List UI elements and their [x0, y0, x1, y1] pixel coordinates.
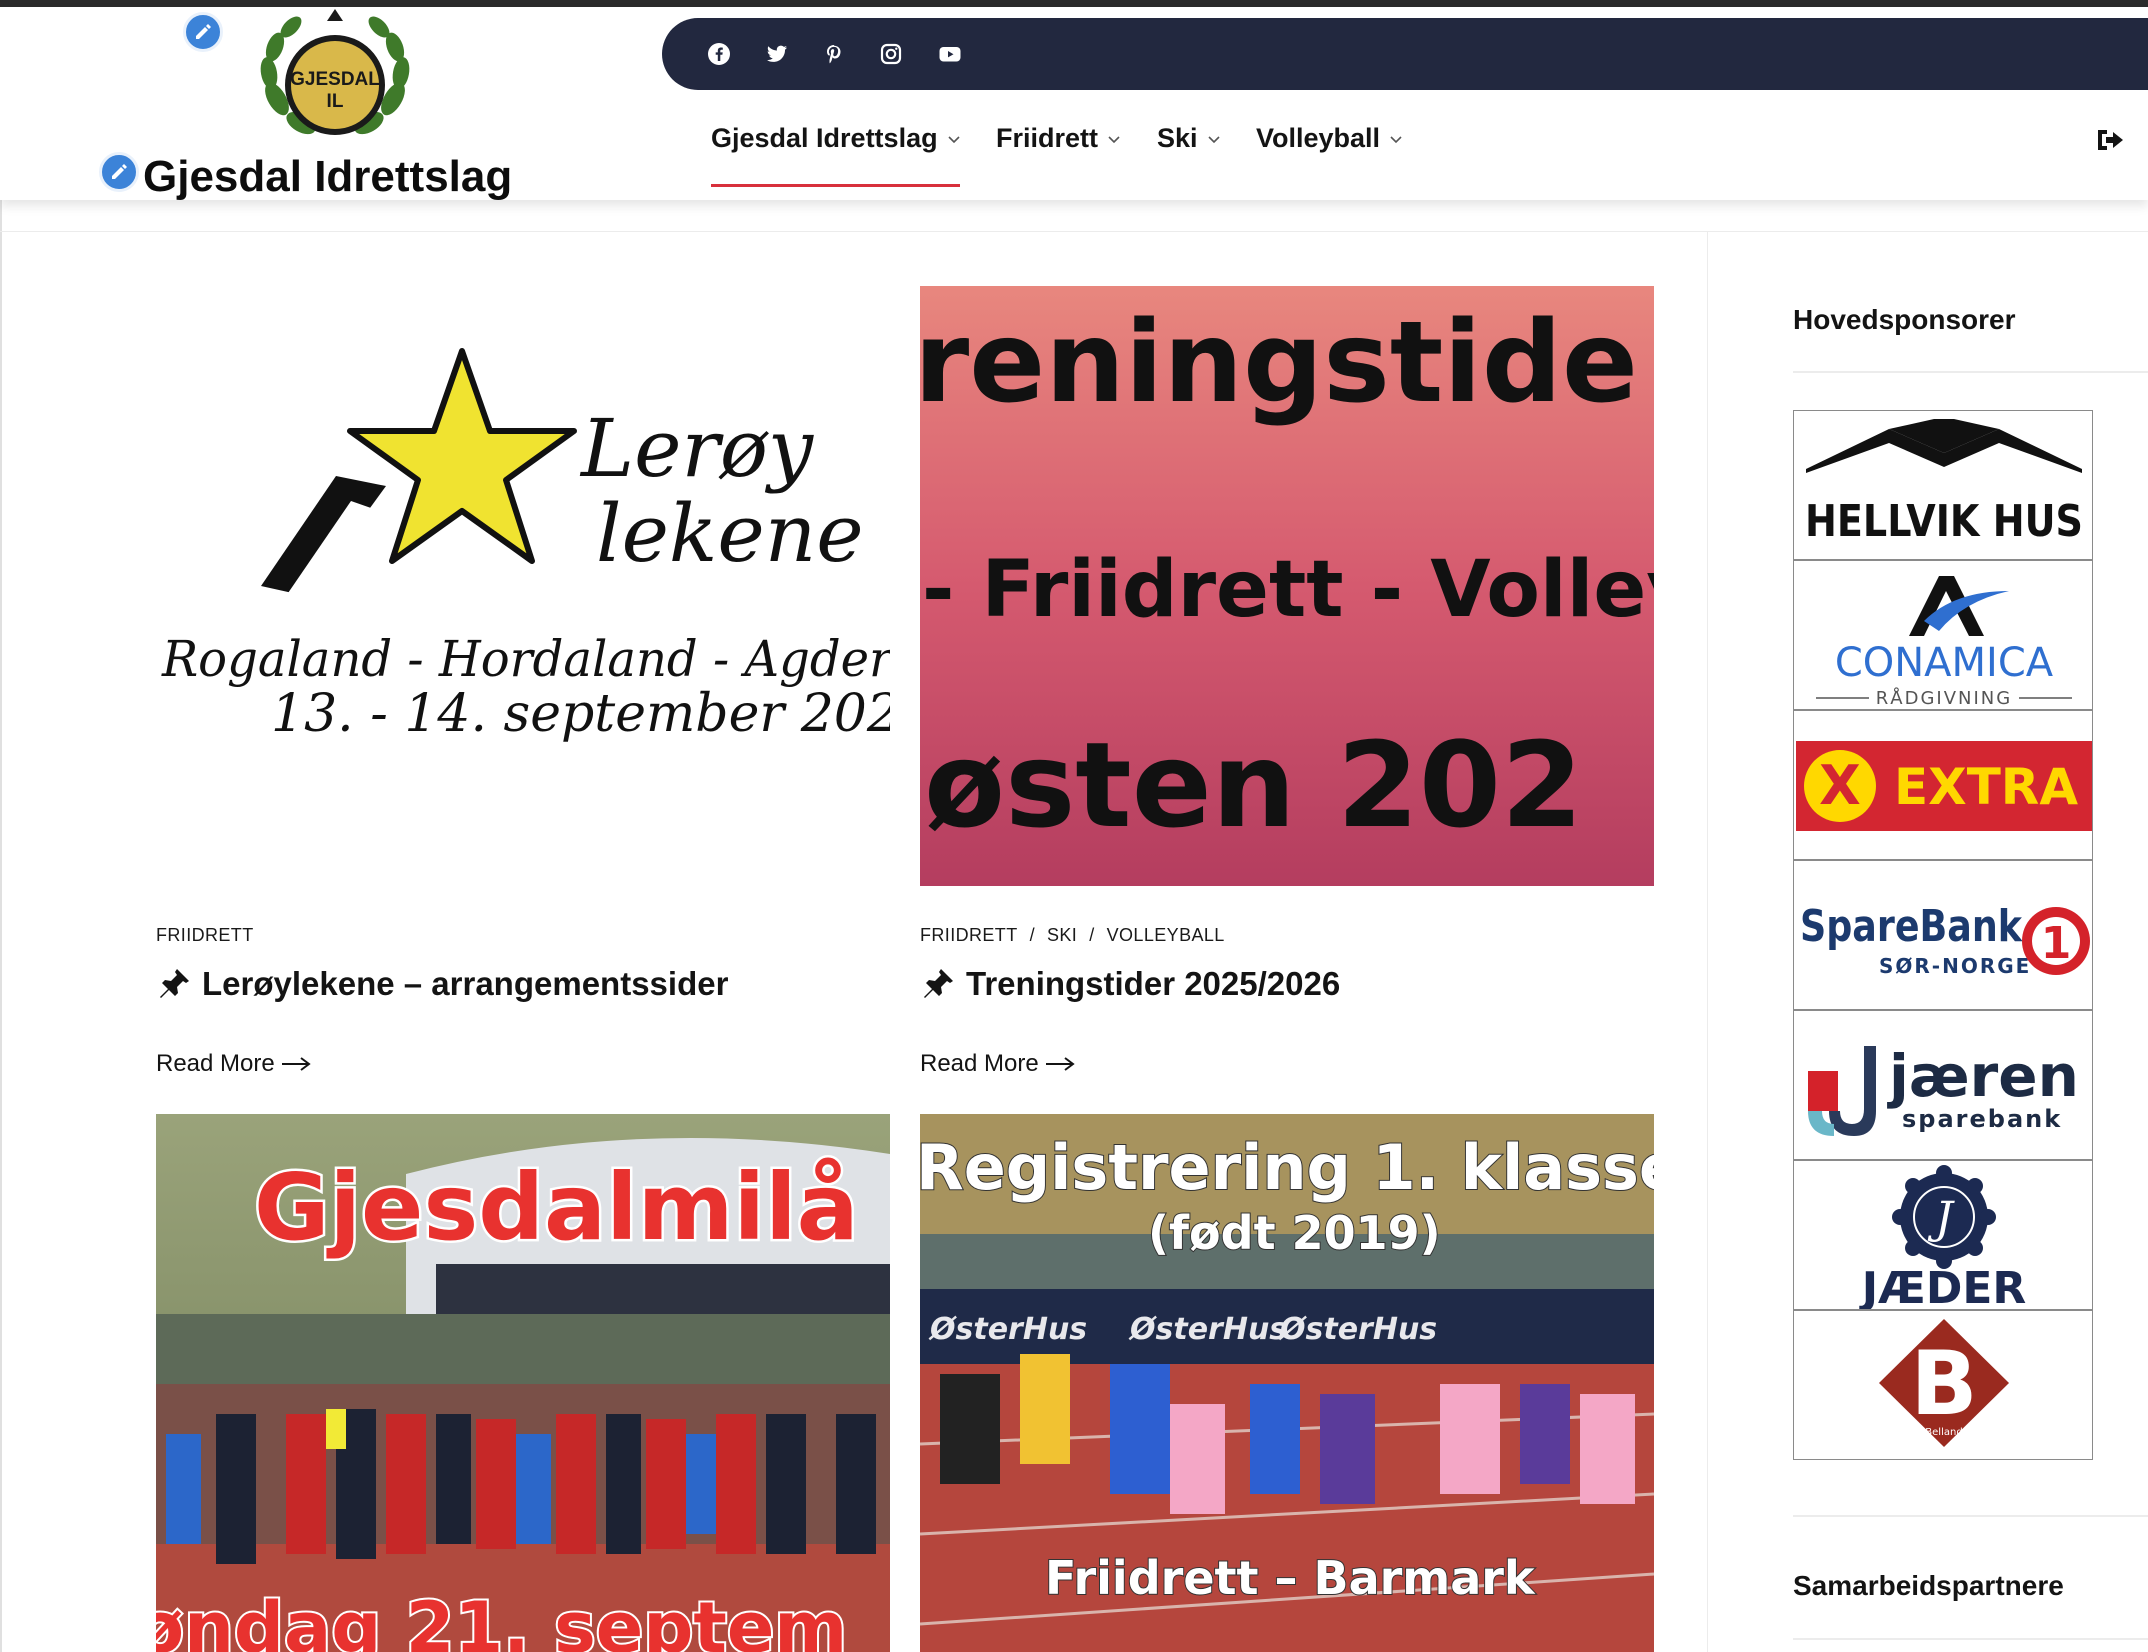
image-caption: Gjesdalmilå — [254, 1154, 859, 1261]
sponsor-name: jæren — [1887, 1042, 2079, 1110]
read-more-label: Read More — [156, 1050, 275, 1077]
page-left-edge — [0, 200, 2, 1652]
image-caption: øndag 21. septem — [156, 1587, 847, 1652]
facebook-icon[interactable] — [705, 40, 733, 68]
image-caption: lekene — [596, 487, 864, 580]
sponsor-mark: B — [1910, 1332, 1977, 1435]
site-logo[interactable]: GJESDAL IL — [255, 7, 415, 149]
image-caption: Lerøy — [579, 402, 815, 495]
sponsor-sparebank1[interactable]: SpareBank SØR-NORGE 1 — [1793, 860, 2093, 1010]
widget-divider — [1793, 371, 2148, 373]
image-caption: (født 2019) — [1148, 1206, 1441, 1260]
sponsor-conamica[interactable]: CONAMICA RÅDGIVNING — [1793, 560, 2093, 710]
site-header: GJESDAL IL Gjesdal Idrettslag Gjesdal Id… — [0, 7, 2148, 202]
read-more-label: Read More — [920, 1050, 1039, 1077]
sponsor-name: SpareBank — [1800, 901, 2023, 952]
sponsor-name: HELLVIK HUS — [1805, 496, 2083, 547]
nav-item-label: Volleyball — [1256, 123, 1381, 153]
image-caption: ØsterHus — [1278, 1312, 1437, 1347]
category-link[interactable]: VOLLEYBALL — [1107, 925, 1225, 945]
logo-text: IL — [327, 91, 344, 112]
sponsor-extra[interactable]: X EXTRA — [1793, 710, 2093, 860]
edit-title-icon[interactable] — [99, 152, 139, 192]
post-categories: FRIIDRETT / SKI / VOLLEYBALL — [920, 925, 1225, 946]
nav-item-ski[interactable]: Ski — [1157, 123, 1221, 154]
image-caption: ØsterHus — [928, 1312, 1087, 1347]
post-title[interactable]: Treningstider 2025/2026 — [920, 965, 1340, 1003]
sponsor-mark: X — [1819, 754, 1861, 817]
sponsor-mark: 1 — [2041, 918, 2072, 969]
sponsor-hellvik-hus[interactable]: HELLVIK HUS — [1793, 410, 2093, 560]
sidebar-divider — [1707, 231, 1708, 1652]
nav-item-label: Ski — [1157, 123, 1198, 153]
image-caption: Friidrett – Barmark — [1045, 1551, 1536, 1605]
edit-logo-icon[interactable] — [183, 12, 223, 52]
post-categories: FRIIDRETT — [156, 925, 254, 946]
browser-top-border — [0, 0, 2148, 7]
nav-item-label: Friidrett — [996, 123, 1099, 153]
widget-divider — [1793, 1515, 2148, 1517]
sponsor-name: EXTRA — [1894, 758, 2078, 816]
sponsor-subtitle: Belland — [1925, 1427, 1962, 1438]
sponsor-name: JÆDER — [1859, 1263, 2027, 1310]
twitter-icon[interactable] — [763, 40, 791, 68]
image-caption: Rogaland - Hordaland - Agder — [161, 630, 890, 688]
nav-item-label: Gjesdal Idrettslag — [711, 123, 938, 153]
post-title[interactable]: Lerøylekene – arrangementssider — [156, 965, 728, 1003]
pin-icon — [160, 969, 189, 998]
post-title-text: Treningstider 2025/2026 — [966, 965, 1341, 1002]
site-title[interactable]: Gjesdal Idrettslag — [143, 152, 512, 202]
arrow-right-icon — [1045, 1057, 1075, 1071]
post-image-registrering[interactable]: ØsterHus ØsterHus ØsterHus Registrering … — [920, 1114, 1654, 1652]
post-image-leroylekene[interactable]: Lerøy lekene Rogaland - Hordaland - Agde… — [156, 286, 890, 886]
image-caption: - Friidrett - Volley — [922, 545, 1654, 635]
image-caption: reningstide — [920, 298, 1638, 428]
sponsor-subtitle: RÅDGIVNING — [1876, 687, 2012, 709]
read-more-link[interactable]: Read More — [920, 1050, 1075, 1078]
arrow-right-icon — [281, 1057, 311, 1071]
sponsor-subtitle: sparebank — [1902, 1105, 2062, 1133]
chevron-down-icon — [1207, 135, 1220, 143]
social-bar — [662, 18, 2148, 90]
category-link[interactable]: SKI — [1047, 925, 1077, 945]
youtube-icon[interactable] — [936, 40, 964, 68]
chevron-down-icon — [1108, 135, 1120, 143]
pinterest-icon[interactable] — [820, 40, 848, 68]
login-icon[interactable] — [2094, 124, 2126, 156]
active-nav-underline — [711, 184, 960, 187]
widget-title-partners: Samarbeidspartnere — [1793, 1570, 2064, 1601]
widget-title-sponsors: Hovedsponsorer — [1793, 304, 2016, 335]
sponsor-belland[interactable]: B Belland — [1793, 1310, 2093, 1460]
image-caption: Registrering 1. klasse — [920, 1131, 1654, 1204]
sponsor-name: CONAMICA — [1835, 640, 2054, 686]
nav-item-friidrett[interactable]: Friidrett — [996, 123, 1121, 154]
widget-divider — [1793, 1638, 2148, 1640]
post-image-gjesdalmila[interactable]: Gjesdalmilå øndag 21. septem — [156, 1114, 890, 1652]
post-image-treningstider[interactable]: reningstide - Friidrett - Volley østen 2… — [920, 286, 1654, 886]
category-separator: / — [1029, 925, 1035, 945]
image-caption: østen 202 — [924, 716, 1583, 854]
sponsor-jaeder[interactable]: J JÆDER — [1793, 1160, 2093, 1310]
category-link[interactable]: FRIIDRETT — [920, 925, 1018, 945]
logo-text: GJESDAL — [290, 69, 380, 90]
chevron-down-icon — [948, 135, 960, 143]
category-link[interactable]: FRIIDRETT — [156, 925, 254, 945]
sponsor-jaeren-sparebank[interactable]: jæren sparebank — [1793, 1010, 2093, 1160]
nav-item-gjesdal-idrettslag[interactable]: Gjesdal Idrettslag — [711, 123, 961, 154]
nav-item-volleyball[interactable]: Volleyball — [1256, 123, 1403, 154]
image-caption: ØsterHus — [1128, 1312, 1287, 1347]
pin-icon — [924, 969, 953, 998]
category-separator: / — [1089, 925, 1095, 945]
instagram-icon[interactable] — [877, 40, 905, 68]
content-top-divider — [0, 231, 2148, 232]
chevron-down-icon — [1390, 135, 1402, 143]
image-caption: 13. - 14. september 2025 — [271, 684, 890, 744]
sponsor-subtitle: SØR-NORGE — [1879, 954, 2031, 978]
read-more-link[interactable]: Read More — [156, 1050, 311, 1078]
post-title-text: Lerøylekene – arrangementssider — [202, 965, 729, 1002]
